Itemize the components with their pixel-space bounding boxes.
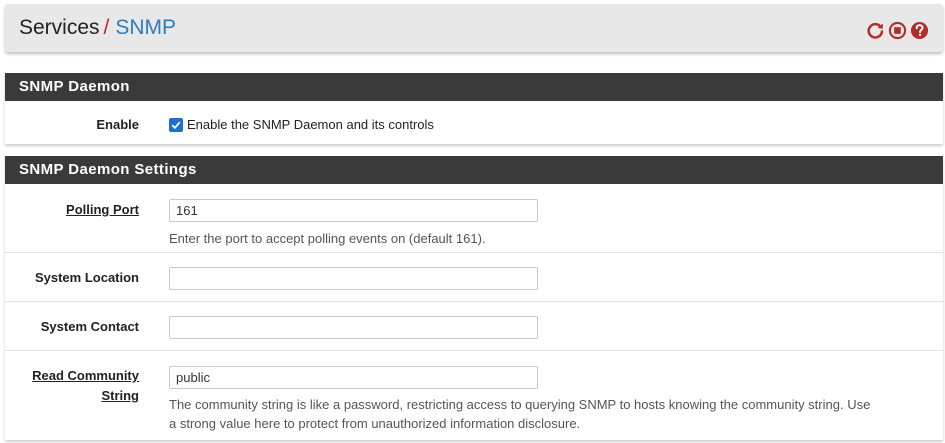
read-community-help-line2: a strong value here to protect from unau… — [169, 416, 581, 431]
header-icons — [866, 21, 929, 40]
snmp-settings-panel: SNMP Daemon Settings Polling Port Enter … — [5, 156, 943, 440]
system-location-row: System Location — [5, 253, 943, 302]
read-community-label[interactable]: Read Community String — [32, 366, 139, 406]
breadcrumb-separator: / — [103, 16, 110, 39]
enable-label: Enable — [96, 117, 139, 132]
polling-port-row: Polling Port Enter the port to accept po… — [5, 184, 943, 253]
read-community-row: Read Community String The community stri… — [5, 351, 943, 439]
breadcrumb-services[interactable]: Services — [19, 16, 100, 39]
enable-checkbox[interactable] — [169, 117, 183, 132]
stop-icon[interactable] — [888, 21, 907, 40]
read-community-label-line1: Read Community — [32, 368, 139, 383]
enable-checkbox-label[interactable]: Enable the SNMP Daemon and its controls — [187, 117, 434, 132]
enable-row: Enable Enable the SNMP Daemon and its co… — [5, 101, 943, 144]
read-community-help-line1: The community string is like a password,… — [169, 397, 871, 412]
system-location-input[interactable] — [169, 267, 538, 290]
reload-icon[interactable] — [866, 21, 885, 40]
read-community-input[interactable] — [169, 366, 538, 389]
polling-port-help: Enter the port to accept polling events … — [169, 231, 486, 246]
read-community-label-line2: String — [101, 388, 139, 403]
read-community-help: The community string is like a password,… — [169, 395, 939, 433]
snmp-daemon-panel: SNMP Daemon Enable Enable the SNMP Daemo… — [5, 73, 943, 144]
help-icon[interactable] — [910, 21, 929, 40]
system-contact-input[interactable] — [169, 316, 538, 339]
polling-port-label[interactable]: Polling Port — [66, 200, 139, 220]
enable-control: Enable the SNMP Daemon and its controls — [169, 116, 434, 134]
breadcrumb: Services / SNMP — [19, 16, 176, 40]
panel-heading-snmp-daemon: SNMP Daemon — [5, 73, 943, 101]
system-location-label: System Location — [34, 270, 139, 285]
page-header: Services / SNMP — [5, 4, 943, 52]
system-contact-row: System Contact — [5, 302, 943, 351]
polling-port-input[interactable] — [169, 199, 538, 222]
breadcrumb-snmp[interactable]: SNMP — [115, 16, 176, 39]
system-contact-label: System Contact — [40, 319, 139, 334]
panel-heading-snmp-settings: SNMP Daemon Settings — [5, 156, 943, 184]
